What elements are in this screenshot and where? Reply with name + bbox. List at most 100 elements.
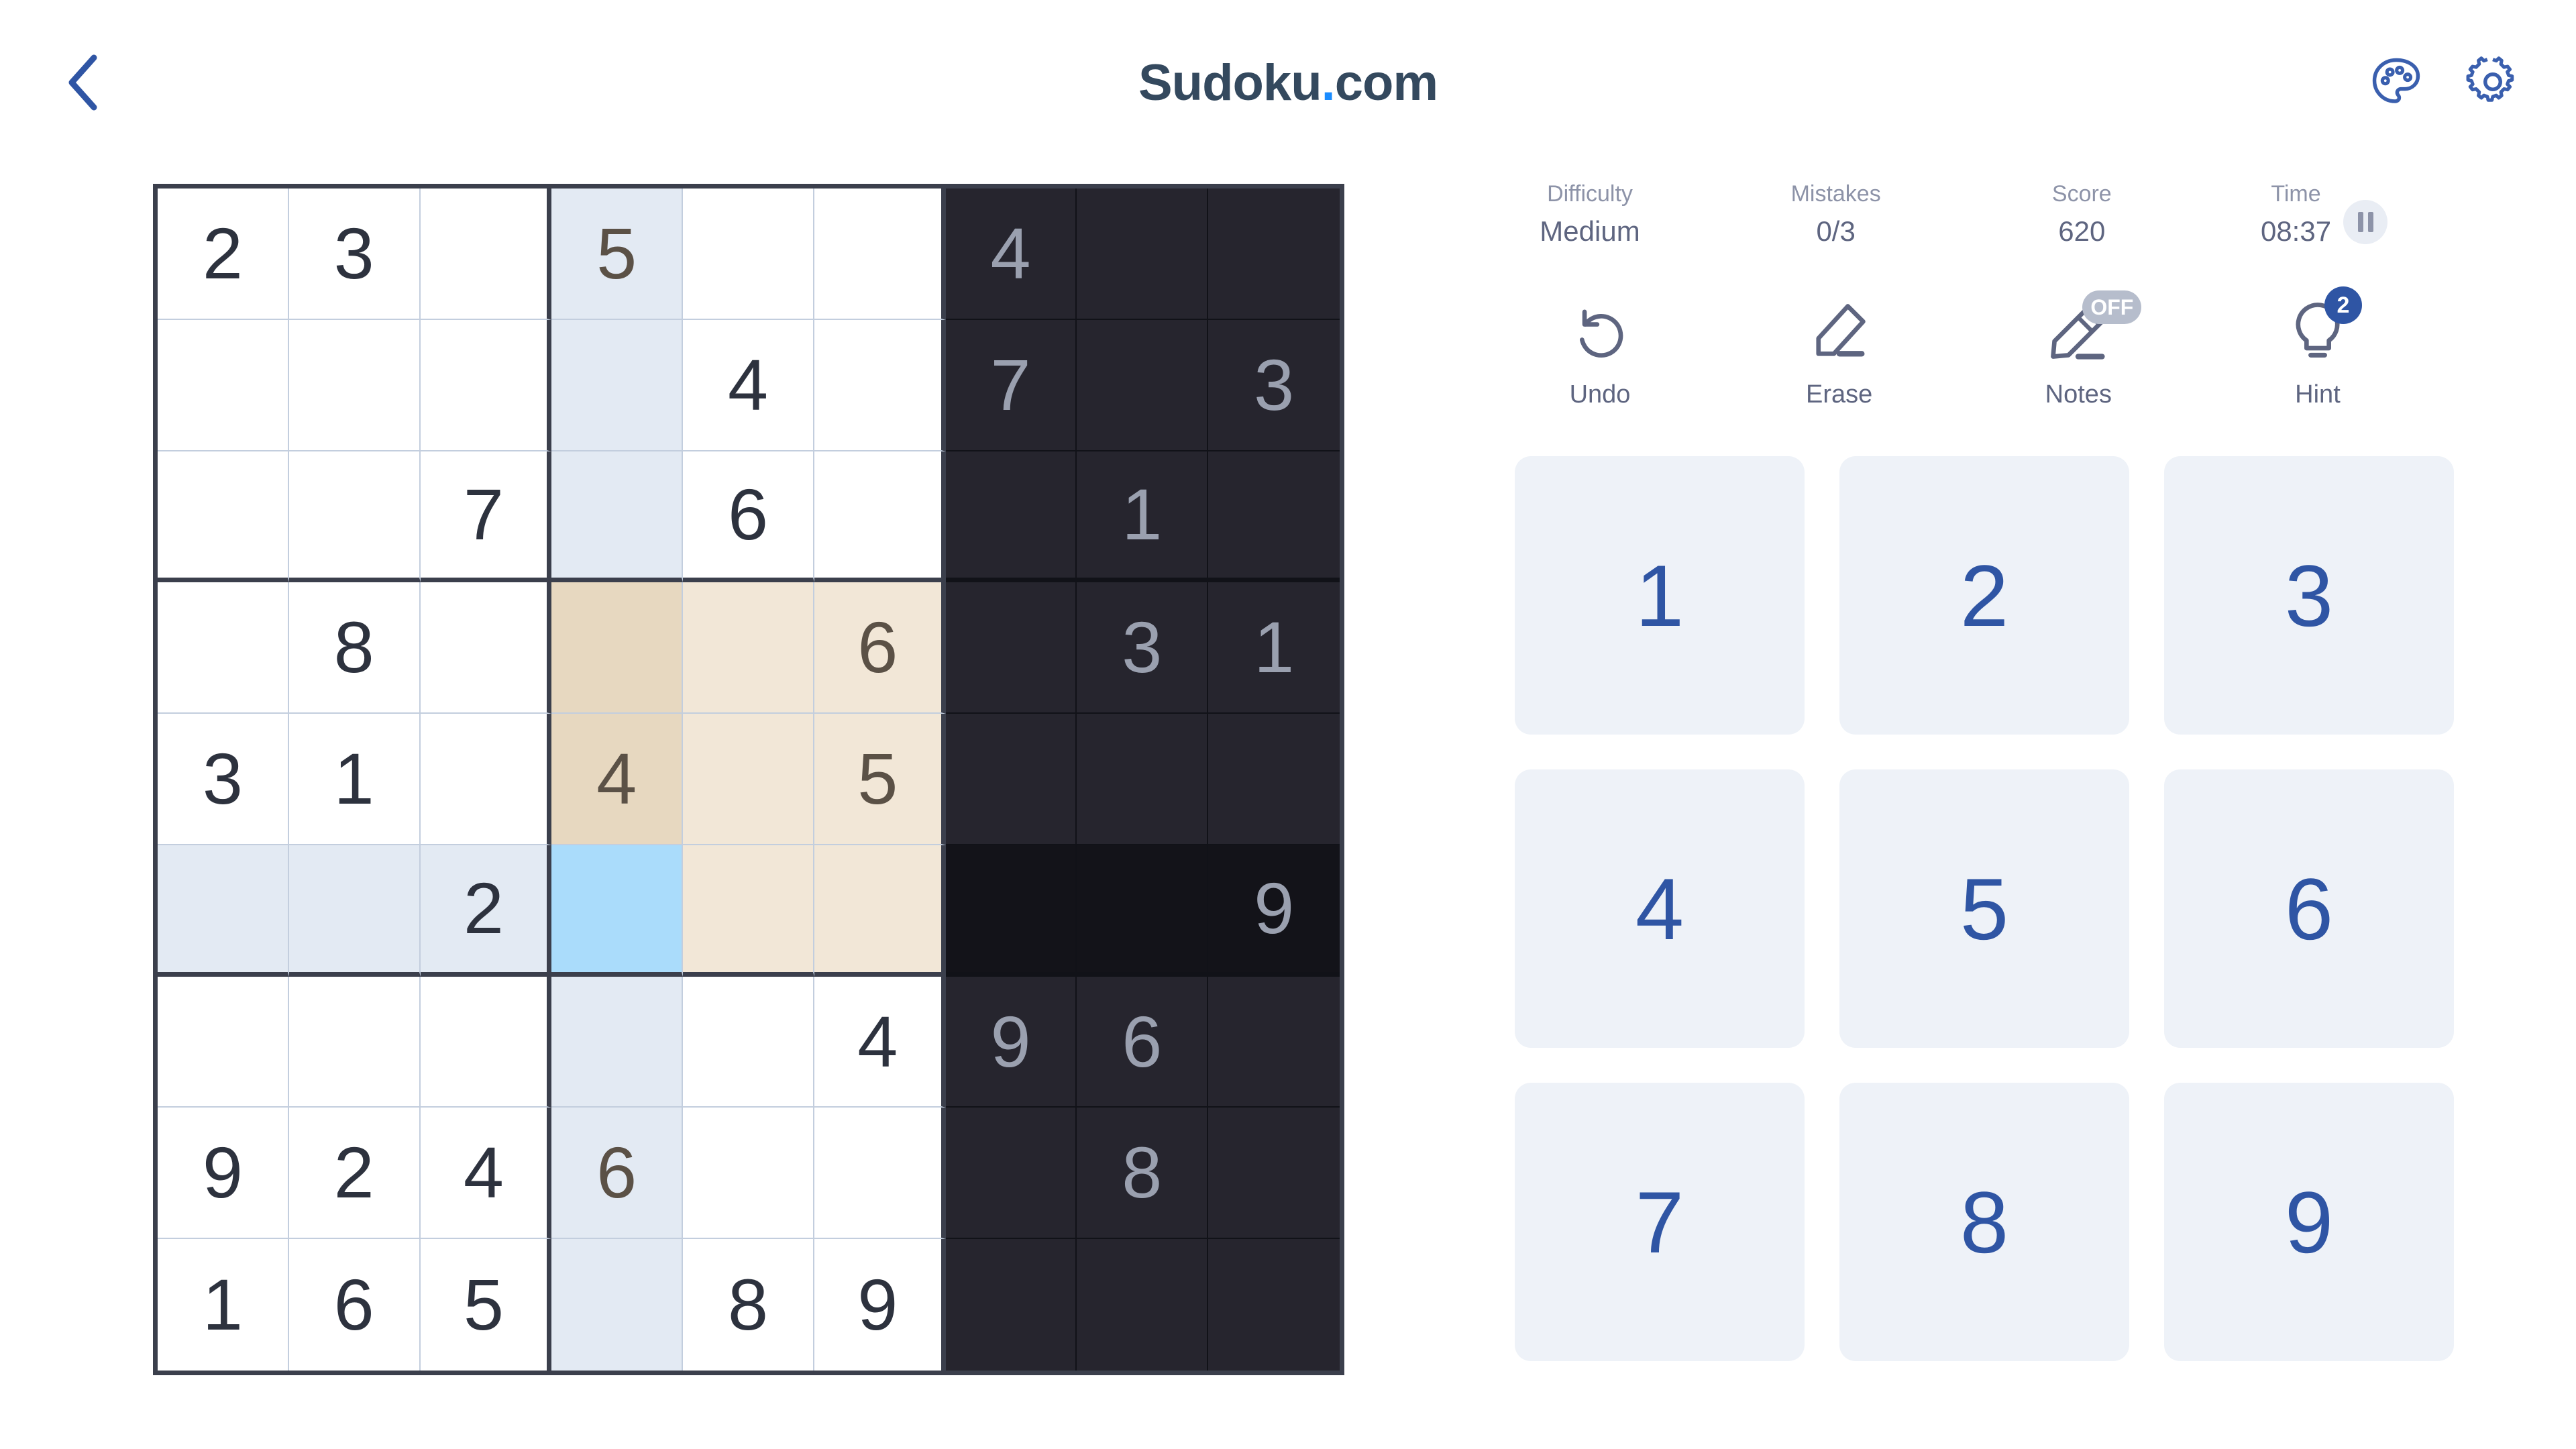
cell-r9-c7[interactable]: [945, 1239, 1077, 1371]
cell-r8-c3[interactable]: 4: [420, 1108, 552, 1240]
cell-r8-c2[interactable]: 2: [288, 1108, 421, 1240]
numpad-key-8[interactable]: 8: [1839, 1083, 2129, 1361]
cell-r5-c8[interactable]: [1077, 714, 1209, 845]
cell-r4-c1[interactable]: [158, 582, 289, 714]
notes-button[interactable]: OFF Notes: [1994, 290, 2162, 409]
cell-r6-c3[interactable]: 2: [420, 845, 552, 977]
cell-r6-c6[interactable]: [814, 845, 946, 977]
cell-r5-c1[interactable]: 3: [158, 714, 289, 845]
cell-r8-c1[interactable]: 9: [158, 1108, 289, 1240]
cell-r5-c2[interactable]: 1: [288, 714, 421, 845]
cell-r2-c6[interactable]: [814, 319, 946, 451]
cell-r2-c8[interactable]: [1077, 319, 1209, 451]
cell-r9-c8[interactable]: [1077, 1239, 1209, 1371]
cell-r9-c3[interactable]: 5: [421, 1239, 552, 1371]
cell-r5-c5[interactable]: [683, 714, 814, 845]
cell-r8-c4[interactable]: 6: [551, 1108, 684, 1240]
cell-r7-c1[interactable]: [158, 976, 289, 1108]
cell-r7-c6[interactable]: 4: [814, 976, 946, 1108]
cell-r7-c5[interactable]: [683, 976, 814, 1108]
cell-r4-c5[interactable]: [683, 582, 814, 714]
game-panel: Difficulty Medium Mistakes 0/3 Score 620…: [1496, 181, 2469, 1361]
cell-r2-c9[interactable]: 3: [1208, 319, 1340, 451]
numpad-key-6[interactable]: 6: [2164, 769, 2454, 1048]
cell-r8-c9[interactable]: [1208, 1108, 1340, 1240]
cell-r4-c2[interactable]: 8: [288, 582, 421, 714]
cell-r3-c1[interactable]: [158, 451, 289, 583]
cell-r8-c6[interactable]: [814, 1108, 946, 1240]
number-pad[interactable]: 123 456 789: [1515, 456, 2454, 1361]
cell-r4-c8[interactable]: 3: [1077, 582, 1209, 714]
cell-r9-c5[interactable]: 8: [683, 1239, 814, 1371]
numpad-key-2[interactable]: 2: [1839, 456, 2129, 735]
numpad-key-5[interactable]: 5: [1839, 769, 2129, 1048]
cell-r7-c2[interactable]: [288, 976, 421, 1108]
cell-r3-c8[interactable]: 1: [1077, 451, 1209, 583]
settings-button[interactable]: [2462, 52, 2524, 114]
undo-button[interactable]: Undo: [1516, 294, 1684, 409]
cell-r1-c2[interactable]: 3: [288, 189, 421, 320]
cell-r4-c7[interactable]: [945, 582, 1077, 714]
cell-r2-c2[interactable]: [288, 319, 421, 451]
cell-r3-c3[interactable]: 7: [420, 451, 552, 583]
numpad-key-4[interactable]: 4: [1515, 769, 1805, 1048]
erase-button[interactable]: Erase: [1756, 294, 1923, 409]
sudoku-board[interactable]: 2 3 5 4 4 7 3 7 6 1 8 6 3 1 3 1 4 5 2 9 4 9 6 9 2 4 6 8 1 6 5 8 9: [153, 184, 1344, 1375]
cell-r9-c1[interactable]: 1: [158, 1239, 289, 1371]
cell-r5-c9[interactable]: [1208, 714, 1340, 845]
numpad-key-9[interactable]: 9: [2164, 1083, 2454, 1361]
numpad-key-3[interactable]: 3: [2164, 456, 2454, 735]
cell-r1-c4[interactable]: 5: [551, 189, 684, 320]
cell-r1-c5[interactable]: [683, 189, 814, 320]
numpad-key-1[interactable]: 1: [1515, 456, 1805, 735]
cell-r8-c8[interactable]: 8: [1077, 1108, 1209, 1240]
cell-r7-c9[interactable]: [1208, 976, 1340, 1108]
cell-r2-c5[interactable]: 4: [683, 319, 814, 451]
cell-r7-c4[interactable]: [551, 976, 684, 1108]
cell-r9-c2[interactable]: 6: [289, 1239, 421, 1371]
cell-r6-c2[interactable]: [288, 845, 421, 977]
theme-button[interactable]: [2365, 52, 2427, 114]
cell-r1-c8[interactable]: [1077, 189, 1209, 320]
cell-r5-c4[interactable]: 4: [551, 714, 684, 845]
cell-r9-c4[interactable]: [551, 1239, 684, 1371]
cell-r2-c7[interactable]: 7: [945, 319, 1077, 451]
cell-r6-c4[interactable]: [551, 845, 684, 977]
cell-r5-c7[interactable]: [945, 714, 1077, 845]
cell-r6-c5[interactable]: [683, 845, 814, 977]
cell-r7-c8[interactable]: 6: [1077, 976, 1209, 1108]
cell-r8-c5[interactable]: [683, 1108, 814, 1240]
cell-r5-c6[interactable]: 5: [814, 714, 946, 845]
cell-r4-c3[interactable]: [420, 582, 552, 714]
cell-r7-c7[interactable]: 9: [945, 976, 1077, 1108]
cell-r3-c6[interactable]: [814, 451, 946, 583]
cell-r4-c6[interactable]: 6: [814, 582, 946, 714]
cell-r3-c2[interactable]: [288, 451, 421, 583]
cell-r9-c6[interactable]: 9: [814, 1239, 946, 1371]
cell-r1-c3[interactable]: [420, 189, 552, 320]
cell-r3-c5[interactable]: 6: [683, 451, 814, 583]
cell-r8-c7[interactable]: [945, 1108, 1077, 1240]
cell-r6-c8[interactable]: [1077, 845, 1209, 977]
cell-r1-c6[interactable]: [814, 189, 946, 320]
cell-r1-c7[interactable]: 4: [945, 189, 1077, 320]
cell-r6-c7[interactable]: [945, 845, 1077, 977]
numpad-key-7[interactable]: 7: [1515, 1083, 1805, 1361]
cell-r3-c4[interactable]: [551, 451, 684, 583]
cell-r6-c1[interactable]: [158, 845, 289, 977]
cell-r6-c9[interactable]: 9: [1208, 845, 1340, 977]
cell-r3-c7[interactable]: [945, 451, 1077, 583]
cell-r1-c9[interactable]: [1208, 189, 1340, 320]
cell-r2-c3[interactable]: [420, 319, 552, 451]
cell-r5-c3[interactable]: [420, 714, 552, 845]
cell-r4-c4[interactable]: [551, 582, 684, 714]
cell-r4-c9[interactable]: 1: [1208, 582, 1340, 714]
cell-r2-c1[interactable]: [158, 319, 289, 451]
cell-r2-c4[interactable]: [551, 319, 684, 451]
cell-r3-c9[interactable]: [1208, 451, 1340, 583]
cell-r7-c3[interactable]: [420, 976, 552, 1108]
cell-r1-c1[interactable]: 2: [158, 189, 289, 320]
pause-button[interactable]: [2343, 199, 2388, 244]
cell-r9-c9[interactable]: [1208, 1239, 1340, 1371]
hint-button[interactable]: 2 Hint: [2234, 286, 2402, 409]
